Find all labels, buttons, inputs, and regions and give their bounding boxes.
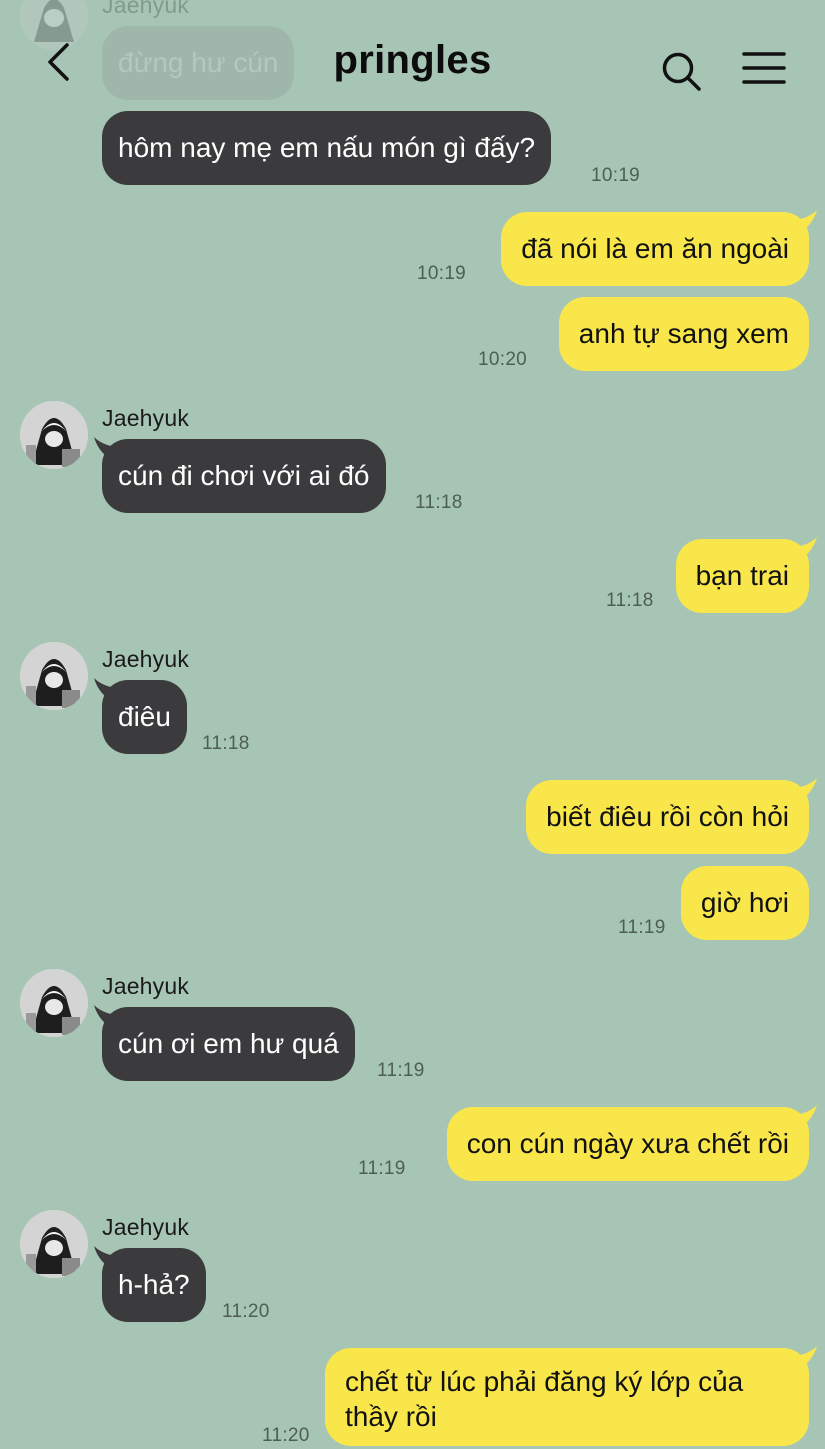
- sender-name: Jaehyuk: [102, 405, 190, 431]
- sender-name: Jaehyuk: [102, 646, 190, 672]
- avatar[interactable]: [20, 969, 88, 1037]
- avatar[interactable]: [20, 401, 88, 469]
- message-time: 11:19: [618, 917, 666, 938]
- sender-name: Jaehyuk: [102, 1214, 190, 1240]
- sender-name: Jaehyuk: [102, 973, 190, 999]
- message-bubble-outgoing[interactable]: giờ hơi: [680, 866, 809, 940]
- message-time: 11:18: [415, 492, 463, 513]
- message-time: 10:20: [478, 349, 528, 370]
- message-time: 11:20: [262, 1425, 310, 1446]
- message-bubble-incoming[interactable]: hôm nay mẹ em nấu món gì đấy?: [102, 111, 552, 185]
- message-bubble-incoming[interactable]: cún đi chơi với ai đó: [102, 439, 386, 513]
- chat-header: pringles: [0, 0, 825, 100]
- message-bubble-incoming[interactable]: h-hả?: [102, 1248, 206, 1322]
- message-time: 10:19: [417, 263, 467, 284]
- search-icon: [662, 52, 701, 91]
- avatar[interactable]: [20, 642, 88, 710]
- message-bubble-outgoing[interactable]: biết điêu rồi còn hỏi: [526, 780, 809, 854]
- menu-button[interactable]: [742, 50, 786, 86]
- message-bubble-outgoing[interactable]: đã nói là em ăn ngoài: [501, 212, 809, 286]
- message-bubble-outgoing[interactable]: chết từ lúc phải đăng ký lớp của thầy rồ…: [325, 1348, 809, 1446]
- message-time: 11:19: [358, 1158, 406, 1179]
- search-button[interactable]: [660, 50, 702, 92]
- message-bubble-outgoing[interactable]: con cún ngày xưa chết rồi: [446, 1107, 809, 1181]
- menu-icon: [742, 52, 786, 84]
- message-bubble-outgoing[interactable]: anh tự sang xem: [558, 297, 809, 371]
- message-bubble-incoming[interactable]: cún ơi em hư quá: [102, 1007, 355, 1081]
- message-time: 11:18: [606, 590, 654, 611]
- message-bubble-outgoing[interactable]: bạn trai: [675, 539, 809, 613]
- message-time: 11:18: [202, 733, 250, 754]
- message-time: 10:19: [591, 165, 641, 186]
- avatar[interactable]: [20, 1210, 88, 1278]
- message-time: 11:20: [222, 1301, 270, 1322]
- message-bubble-incoming[interactable]: điêu: [102, 680, 187, 754]
- message-time: 11:19: [377, 1060, 425, 1081]
